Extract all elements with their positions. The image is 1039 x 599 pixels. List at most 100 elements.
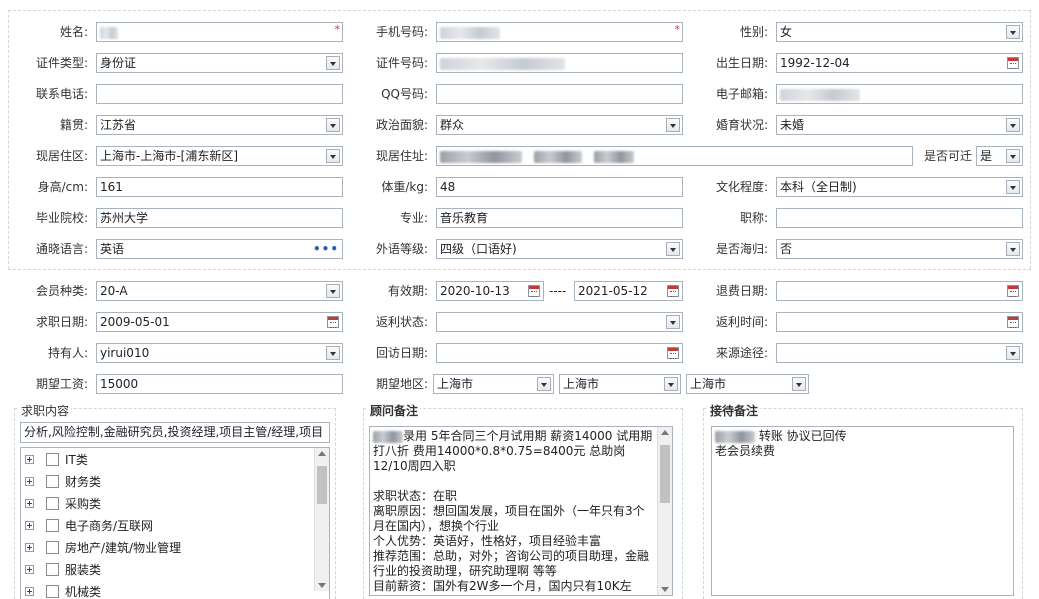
qq-field[interactable] — [436, 84, 683, 104]
title-field[interactable] — [776, 208, 1023, 228]
region-province-select[interactable]: 上海市 — [433, 374, 554, 394]
calendar-icon[interactable] — [1007, 285, 1019, 297]
checkbox[interactable] — [46, 497, 59, 510]
marital-value: 未婚 — [780, 118, 805, 132]
checkbox[interactable] — [46, 541, 59, 554]
residence-area-select[interactable]: 上海市-上海市-[浦东新区] — [96, 146, 343, 166]
holder-select[interactable]: yirui010 — [96, 343, 343, 363]
expand-icon[interactable] — [25, 499, 34, 508]
expand-icon[interactable] — [25, 455, 34, 464]
tree-item-machinery[interactable]: 机械类 — [21, 582, 311, 599]
chevron-down-icon[interactable] — [1006, 149, 1020, 163]
job-date-field[interactable]: 2009-05-01 — [96, 312, 343, 332]
id-type-select[interactable]: 身份证 — [96, 53, 343, 73]
expand-icon[interactable] — [25, 521, 34, 530]
calendar-icon[interactable] — [667, 347, 679, 359]
school-field[interactable]: 苏州大学 — [96, 208, 343, 228]
checkbox[interactable] — [46, 519, 59, 532]
politics-select[interactable]: 群众 — [436, 115, 683, 135]
contact-phone-field[interactable] — [96, 84, 343, 104]
checkbox[interactable] — [46, 453, 59, 466]
return-date-field[interactable] — [436, 343, 683, 363]
scroll-thumb[interactable] — [317, 466, 327, 504]
scroll-thumb[interactable] — [660, 445, 670, 503]
relocate-label: 是否可迁 — [923, 149, 972, 163]
chevron-down-icon[interactable] — [326, 284, 340, 298]
height-field[interactable]: 161 — [96, 177, 343, 197]
major-field[interactable]: 音乐教育 — [436, 208, 683, 228]
chevron-down-icon[interactable] — [792, 377, 806, 391]
advisor-notes-textarea[interactable]: 录用 5年合同三个月试用期 薪资14000 试用期打八折 费用14000*0.8… — [369, 426, 673, 596]
calendar-icon[interactable] — [667, 285, 679, 297]
chevron-down-icon[interactable] — [1006, 180, 1020, 194]
tree-item-finance[interactable]: 财务类 — [21, 472, 311, 492]
marital-select[interactable]: 未婚 — [776, 115, 1023, 135]
scroll-down-icon[interactable] — [661, 587, 669, 592]
education-select[interactable]: 本科（全日制) — [776, 177, 1023, 197]
rebate-time-field[interactable] — [776, 312, 1023, 332]
expand-icon[interactable] — [25, 565, 34, 574]
chevron-down-icon[interactable] — [537, 377, 551, 391]
redacted-text — [373, 430, 403, 443]
chevron-down-icon[interactable] — [326, 56, 340, 70]
calendar-icon[interactable] — [327, 316, 339, 328]
chevron-down-icon[interactable] — [1006, 346, 1020, 360]
tree-item-purchasing[interactable]: 采购类 — [21, 494, 311, 514]
job-category-tree[interactable]: IT类 财务类 采购类 电子商务/互联网 房地产/建筑/物业管理 服装类 机械类 — [20, 447, 330, 599]
relocate-select[interactable]: 是 — [976, 146, 1023, 166]
more-options-icon[interactable]: ••• — [313, 240, 339, 258]
chevron-down-icon[interactable] — [1006, 118, 1020, 132]
expand-icon[interactable] — [25, 587, 34, 596]
overseas-select[interactable]: 否 — [776, 239, 1023, 259]
tree-item-it[interactable]: IT类 — [21, 450, 311, 470]
tree-item-apparel[interactable]: 服装类 — [21, 560, 311, 580]
chevron-down-icon[interactable] — [1006, 25, 1020, 39]
scroll-up-icon[interactable] — [661, 430, 669, 435]
scroll-down-icon[interactable] — [318, 583, 326, 588]
language-field[interactable]: 英语 ••• — [96, 239, 343, 259]
chevron-down-icon[interactable] — [666, 242, 680, 256]
checkbox[interactable] — [46, 585, 59, 598]
chevron-down-icon[interactable] — [326, 346, 340, 360]
mobile-field[interactable]: * — [436, 22, 683, 42]
scroll-up-icon[interactable] — [318, 451, 326, 456]
native-place-select[interactable]: 江苏省 — [96, 115, 343, 135]
validity-end-field[interactable]: 2021-05-12 — [574, 281, 683, 301]
salary-field[interactable]: 15000 — [96, 374, 343, 394]
expand-icon[interactable] — [25, 543, 34, 552]
major-value: 音乐教育 — [440, 211, 489, 225]
foreign-level-select[interactable]: 四级（口语好) — [436, 239, 683, 259]
expand-icon[interactable] — [25, 477, 34, 486]
birth-date-field[interactable]: 1992-12-04 — [776, 53, 1023, 73]
tree-item-ecommerce[interactable]: 电子商务/互联网 — [21, 516, 311, 536]
chevron-down-icon[interactable] — [1006, 242, 1020, 256]
calendar-icon[interactable] — [1007, 57, 1019, 69]
rebate-status-select[interactable] — [436, 312, 683, 332]
chevron-down-icon[interactable] — [666, 118, 680, 132]
region-district-select[interactable]: 上海市 — [686, 374, 809, 394]
tree-item-real-estate[interactable]: 房地产/建筑/物业管理 — [21, 538, 311, 558]
address-field[interactable] — [436, 146, 913, 166]
id-number-field[interactable] — [436, 53, 683, 73]
chevron-down-icon[interactable] — [664, 377, 678, 391]
job-summary-field[interactable]: 分析,风险控制,金融研究员,投资经理,项目主管/经理,项目 — [20, 422, 330, 443]
tree-scrollbar[interactable] — [314, 448, 329, 591]
weight-field[interactable]: 48 — [436, 177, 683, 197]
chevron-down-icon[interactable] — [326, 118, 340, 132]
email-field[interactable] — [776, 84, 1023, 104]
refund-date-field[interactable] — [776, 281, 1023, 301]
advisor-notes-scrollbar[interactable] — [657, 427, 672, 595]
checkbox[interactable] — [46, 563, 59, 576]
source-select[interactable] — [776, 343, 1023, 363]
chevron-down-icon[interactable] — [666, 315, 680, 329]
calendar-icon[interactable] — [528, 285, 540, 297]
reception-notes-textarea[interactable]: 转账 协议已回传 老会员续费 — [711, 426, 1014, 596]
gender-select[interactable]: 女 — [776, 22, 1023, 42]
calendar-icon[interactable] — [1007, 316, 1019, 328]
checkbox[interactable] — [46, 475, 59, 488]
validity-start-field[interactable]: 2020-10-13 — [436, 281, 544, 301]
chevron-down-icon[interactable] — [326, 149, 340, 163]
member-type-select[interactable]: 20-A — [96, 281, 343, 301]
name-field[interactable]: * — [96, 22, 343, 42]
region-city-select[interactable]: 上海市 — [559, 374, 681, 394]
